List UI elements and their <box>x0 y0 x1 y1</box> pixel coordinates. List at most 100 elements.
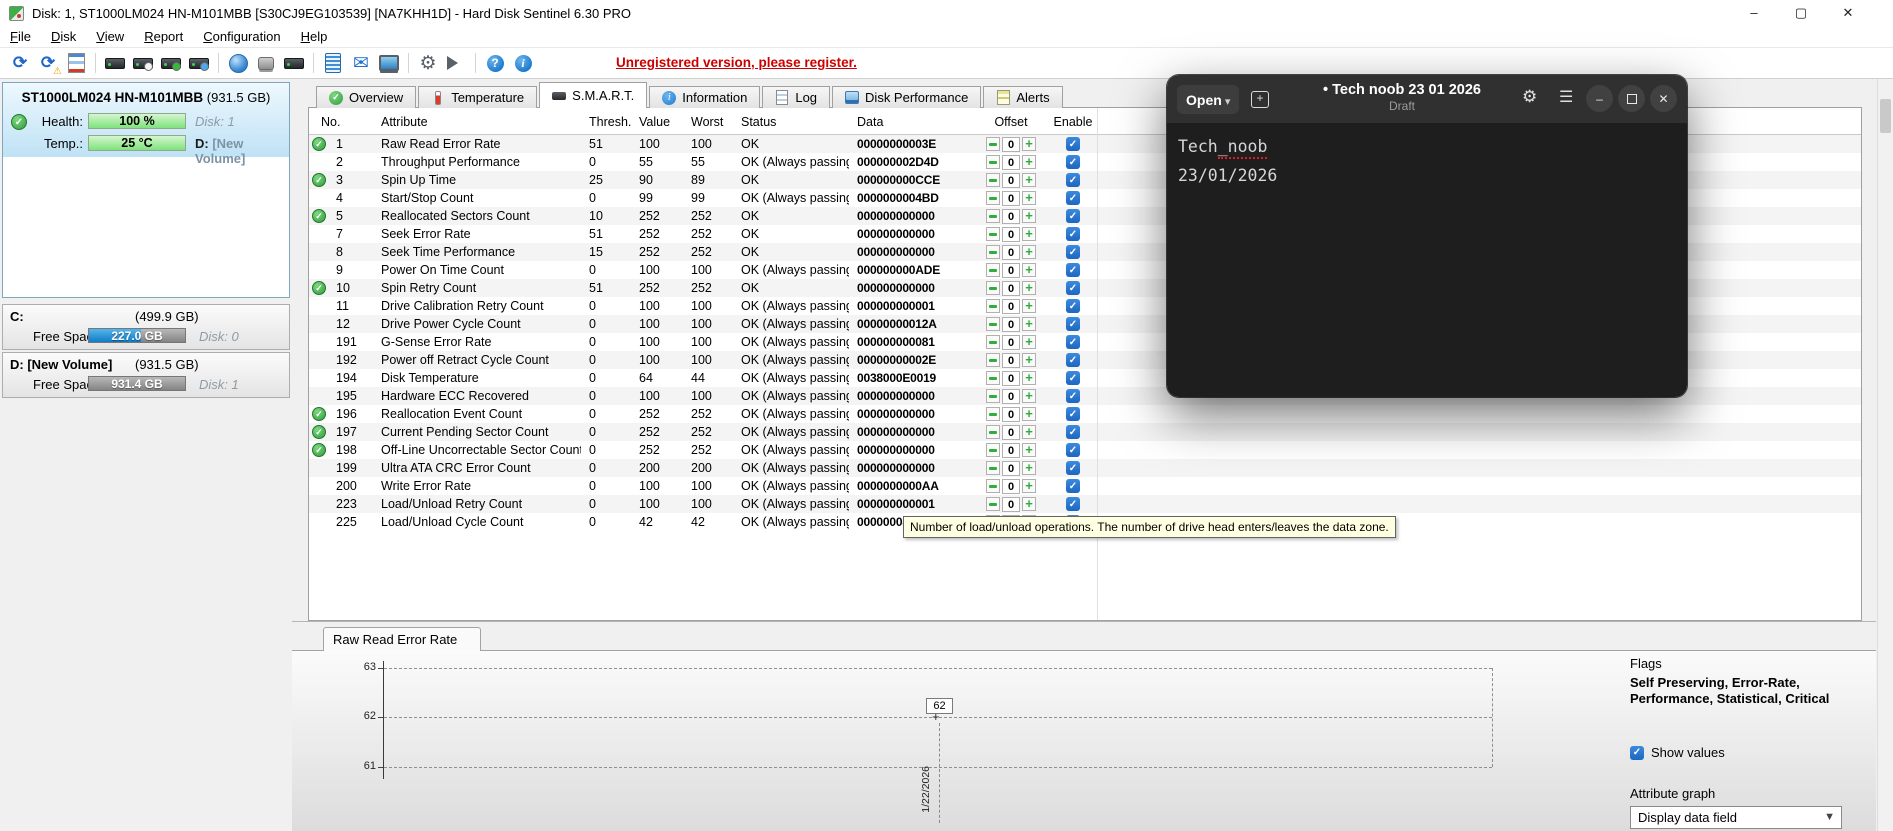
drive-up-icon[interactable] <box>157 51 185 75</box>
offset-decrease-button[interactable] <box>986 389 1000 403</box>
offset-decrease-button[interactable] <box>986 209 1000 223</box>
offset-increase-button[interactable]: + <box>1022 371 1036 385</box>
offset-increase-button[interactable]: + <box>1022 497 1036 511</box>
gear-icon[interactable] <box>414 51 442 75</box>
new-tab-button[interactable] <box>1245 85 1275 114</box>
editor-minimize-button[interactable]: – <box>1586 85 1613 112</box>
offset-increase-button[interactable]: + <box>1022 281 1036 295</box>
column-header-offset[interactable]: Offset <box>973 115 1049 129</box>
enable-checkbox[interactable] <box>1066 407 1080 421</box>
offset-decrease-button[interactable] <box>986 191 1000 205</box>
minimize-button[interactable]: – <box>1731 0 1777 27</box>
maximize-button[interactable]: ▢ <box>1778 0 1824 27</box>
offset-increase-button[interactable]: + <box>1022 479 1036 493</box>
offset-decrease-button[interactable] <box>986 353 1000 367</box>
table-row[interactable]: 200 Write Error Rate 0 100 100 OK (Always pas… <box>309 477 1861 495</box>
column-header-enable[interactable]: Enable <box>1049 115 1097 129</box>
offset-increase-button[interactable]: + <box>1022 461 1036 475</box>
drive-icon[interactable] <box>101 51 129 75</box>
drive-clock-icon[interactable] <box>129 51 157 75</box>
enable-checkbox[interactable] <box>1066 191 1080 205</box>
offset-value[interactable]: 0 <box>1002 388 1020 404</box>
speaker-icon[interactable] <box>442 51 470 75</box>
offset-decrease-button[interactable] <box>986 281 1000 295</box>
editor-text-area[interactable]: Tech_noob 23/01/2026 <box>1167 123 1687 397</box>
editor-settings-icon[interactable]: ⚙ <box>1522 87 1537 107</box>
enable-checkbox[interactable] <box>1066 137 1080 151</box>
report-icon[interactable] <box>62 51 90 75</box>
tab-disk-performance[interactable]: Disk Performance <box>832 86 982 108</box>
enable-checkbox[interactable] <box>1066 155 1080 169</box>
refresh-icon[interactable] <box>6 51 34 75</box>
offset-increase-button[interactable]: + <box>1022 353 1036 367</box>
offset-increase-button[interactable]: + <box>1022 173 1036 187</box>
refresh-alert-icon[interactable] <box>34 51 62 77</box>
offset-value[interactable]: 0 <box>1002 262 1020 278</box>
offset-value[interactable]: 0 <box>1002 280 1020 296</box>
offset-value[interactable]: 0 <box>1002 190 1020 206</box>
table-row[interactable]: 199 Ultra ATA CRC Error Count 0 200 200 OK (A… <box>309 459 1861 477</box>
drive2-icon[interactable] <box>280 51 308 75</box>
menu-help[interactable]: Help <box>291 27 338 46</box>
offset-decrease-button[interactable] <box>986 425 1000 439</box>
drive-water-icon[interactable] <box>185 51 213 75</box>
offset-decrease-button[interactable] <box>986 461 1000 475</box>
offset-decrease-button[interactable] <box>986 335 1000 349</box>
open-button[interactable]: Open <box>1177 85 1240 114</box>
globe-icon[interactable] <box>224 51 252 75</box>
table-row[interactable]: ✓ 196 Reallocation Event Count 0 252 252 OK (A… <box>309 405 1861 423</box>
tab-overview[interactable]: Overview <box>316 86 417 108</box>
offset-value[interactable]: 0 <box>1002 334 1020 350</box>
offset-decrease-button[interactable] <box>986 263 1000 277</box>
table-row[interactable]: ✓ 198 Off-Line Uncorrectable Sector Count 0… <box>309 441 1861 459</box>
offset-increase-button[interactable]: + <box>1022 263 1036 277</box>
offset-increase-button[interactable]: + <box>1022 443 1036 457</box>
editor-close-button[interactable]: ✕ <box>1650 85 1677 112</box>
column-header-attribute[interactable]: Attribute <box>373 115 581 129</box>
offset-decrease-button[interactable] <box>986 173 1000 187</box>
offset-decrease-button[interactable] <box>986 497 1000 511</box>
enable-checkbox[interactable] <box>1066 353 1080 367</box>
offset-value[interactable]: 0 <box>1002 478 1020 494</box>
enable-checkbox[interactable] <box>1066 173 1080 187</box>
enable-checkbox[interactable] <box>1066 461 1080 475</box>
mail-icon[interactable] <box>347 51 375 75</box>
offset-increase-button[interactable]: + <box>1022 191 1036 205</box>
offset-decrease-button[interactable] <box>986 299 1000 313</box>
show-values-checkbox[interactable] <box>1630 745 1644 760</box>
offset-value[interactable]: 0 <box>1002 442 1020 458</box>
tab-temperature[interactable]: Temperature <box>418 86 538 108</box>
tab-alerts[interactable]: Alerts <box>983 86 1063 108</box>
offset-value[interactable]: 0 <box>1002 496 1020 512</box>
enable-checkbox[interactable] <box>1066 245 1080 259</box>
tab-log[interactable]: Log <box>762 86 831 108</box>
offset-increase-button[interactable]: + <box>1022 335 1036 349</box>
attribute-graph-select[interactable]: Display data field ▼ <box>1630 806 1842 829</box>
offset-decrease-button[interactable] <box>986 317 1000 331</box>
enable-checkbox[interactable] <box>1066 209 1080 223</box>
volume-panel-c[interactable]: C: (499.9 GB) Free Space 227.0 GB Disk: … <box>2 304 290 350</box>
column-header-status[interactable]: Status <box>733 115 849 129</box>
column-header-no[interactable]: No. <box>309 115 373 129</box>
column-header-value[interactable]: Value <box>631 115 683 129</box>
offset-value[interactable]: 0 <box>1002 208 1020 224</box>
offset-increase-button[interactable]: + <box>1022 245 1036 259</box>
offset-increase-button[interactable]: + <box>1022 317 1036 331</box>
offset-increase-button[interactable]: + <box>1022 209 1036 223</box>
offset-decrease-button[interactable] <box>986 371 1000 385</box>
enable-checkbox[interactable] <box>1066 497 1080 511</box>
graph-tab-raw-read-error-rate[interactable]: Raw Read Error Rate <box>323 627 481 651</box>
menu-configuration[interactable]: Configuration <box>193 27 290 46</box>
enable-checkbox[interactable] <box>1066 443 1080 457</box>
offset-increase-button[interactable]: + <box>1022 137 1036 151</box>
offset-decrease-button[interactable] <box>986 155 1000 169</box>
menu-disk[interactable]: Disk <box>41 27 86 46</box>
camera-icon[interactable] <box>252 51 280 75</box>
offset-value[interactable]: 0 <box>1002 226 1020 242</box>
scrollbar-thumb[interactable] <box>1880 99 1891 133</box>
enable-checkbox[interactable] <box>1066 335 1080 349</box>
menu-file[interactable]: File <box>0 27 41 46</box>
notes-icon[interactable] <box>319 51 347 75</box>
enable-checkbox[interactable] <box>1066 227 1080 241</box>
tab-information[interactable]: Information <box>649 86 761 108</box>
